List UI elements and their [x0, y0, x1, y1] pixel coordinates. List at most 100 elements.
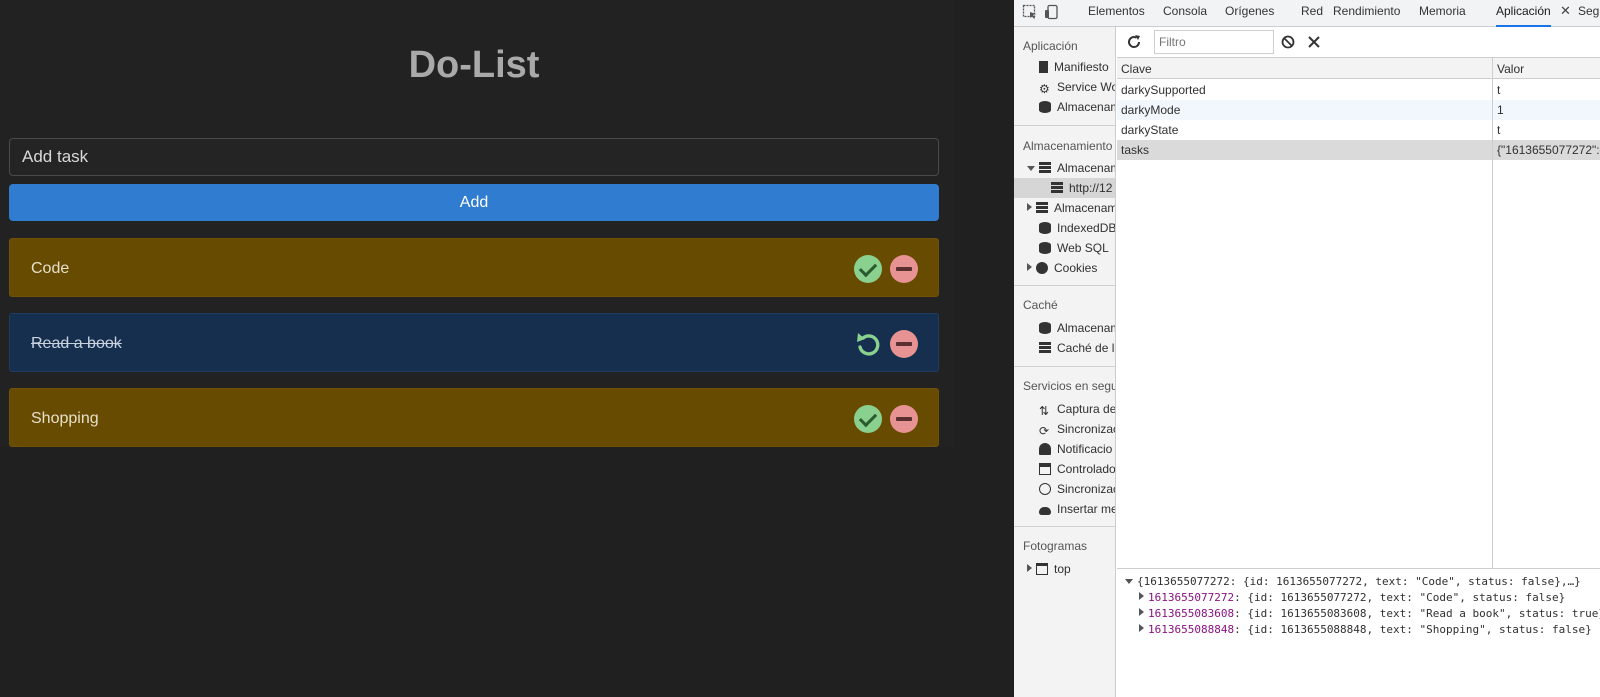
sidebar-item-label: Web SQL [1057, 241, 1109, 255]
devtools-tabbar: Elementos Consola Orígenes Red Rendimien… [1014, 0, 1600, 27]
database-icon [1039, 101, 1051, 113]
sidebar-item-label: Service Wo [1057, 80, 1116, 94]
task-label: Read a book [31, 335, 122, 352]
row-key: darkyState [1121, 123, 1179, 137]
sidebar-item-label: Manifiesto [1054, 60, 1109, 74]
sidebar-item-cookies[interactable]: Cookies [1027, 258, 1097, 278]
remove-icon[interactable] [890, 255, 918, 283]
table-row[interactable]: darkyState t [1117, 120, 1600, 140]
remove-icon[interactable] [890, 405, 918, 433]
task-label: Code [31, 260, 70, 277]
tab-red[interactable]: Red [1301, 0, 1323, 27]
sidebar-item-label: Controlado [1057, 462, 1116, 476]
sidebar-item-label: Sincronizac [1057, 422, 1116, 436]
sidebar-item-label: Almacenam [1057, 161, 1116, 175]
add-task-input[interactable]: Add task [9, 138, 939, 176]
expand-arrow-icon[interactable] [1027, 203, 1032, 211]
storage-toolbar: Filtro [1117, 27, 1600, 58]
sidebar-item-manifest[interactable]: Manifiesto [1039, 57, 1109, 77]
sidebar-item-payment-handler[interactable]: Controlado [1039, 459, 1116, 479]
sidebar-item-cache-storage[interactable]: Almacenam [1039, 318, 1116, 338]
entry-value: {id: 1613655083608, text: "Read a book",… [1247, 607, 1600, 620]
inspect-element-icon[interactable] [1022, 4, 1038, 20]
up-down-arrows-icon: ⇅ [1039, 404, 1050, 418]
tab-memoria[interactable]: Memoria [1419, 0, 1466, 27]
clear-all-icon[interactable] [1280, 34, 1296, 50]
sidebar-item-storage[interactable]: Almacenam [1039, 97, 1115, 117]
table-icon [1036, 202, 1048, 214]
sidebar-item-service-workers[interactable]: ⚙ Service Wo [1039, 77, 1116, 97]
database-icon [1039, 222, 1051, 234]
expand-arrow-icon[interactable] [1027, 166, 1035, 171]
row-value: t [1497, 83, 1501, 97]
device-toolbar-icon[interactable] [1044, 4, 1060, 20]
table-row-selected[interactable]: tasks {"1613655077272":{"ic [1117, 140, 1600, 160]
sidebar-item-app-cache[interactable]: Caché de la [1039, 338, 1115, 358]
tab-elementos[interactable]: Elementos [1088, 0, 1145, 27]
check-icon[interactable] [854, 255, 882, 283]
tab-origenes[interactable]: Orígenes [1225, 0, 1274, 27]
sidebar-item-push-messaging[interactable]: Insertar me [1039, 499, 1115, 519]
close-tab-icon[interactable]: ✕ [1560, 3, 1571, 19]
sidebar-item-top-frame[interactable]: top [1027, 559, 1071, 579]
preview-entry[interactable]: 1613655083608: {id: 1613655083608, text:… [1139, 606, 1600, 622]
cloud-icon [1039, 507, 1051, 515]
database-icon [1039, 322, 1051, 334]
tab-rendimiento[interactable]: Rendimiento [1333, 0, 1400, 27]
table-row[interactable]: darkySupported t [1117, 80, 1600, 100]
sync-icon: ⟳ [1039, 424, 1050, 438]
column-header-key[interactable]: Clave [1121, 62, 1152, 76]
sidebar-item-notifications[interactable]: Notificacio [1039, 439, 1112, 459]
refresh-icon[interactable] [1126, 34, 1142, 50]
sidebar-item-sync[interactable]: ⟳ Sincronizac [1039, 419, 1116, 439]
sidebar-item-local-storage[interactable]: Almacenam [1027, 158, 1116, 178]
sidebar-item-label: Captura de [1057, 402, 1116, 416]
database-icon [1039, 242, 1051, 254]
sidebar-item-websql[interactable]: Web SQL [1039, 238, 1109, 258]
expand-arrow-icon[interactable] [1027, 564, 1032, 572]
sidebar-item-indexeddb[interactable]: IndexedDB [1039, 218, 1116, 238]
column-divider[interactable] [1492, 58, 1493, 569]
sidebar-item-local-origin[interactable]: http://12 [1014, 178, 1115, 198]
tab-seguridad[interactable]: Segu [1578, 0, 1600, 27]
column-header-value[interactable]: Valor [1497, 62, 1524, 76]
remove-icon[interactable] [890, 330, 918, 358]
table-row[interactable]: darkyMode 1 [1117, 100, 1600, 120]
delete-selected-icon[interactable] [1306, 34, 1322, 50]
section-background-services: Servicios en segu [1023, 379, 1116, 393]
expand-arrow-icon[interactable] [1139, 608, 1144, 616]
row-key: darkySupported [1121, 83, 1206, 97]
add-button[interactable]: Add [9, 184, 939, 221]
entry-key: 1613655083608 [1148, 607, 1235, 620]
sidebar-item-label: IndexedDB [1057, 221, 1116, 235]
devtools-panel: Elementos Consola Orígenes Red Rendimien… [1014, 0, 1600, 697]
sidebar-item-label: Notificacio [1057, 442, 1113, 456]
task-label: Shopping [31, 410, 99, 427]
sidebar-item-label: Almacenam [1057, 321, 1116, 335]
preview-entry[interactable]: 1613655077272: {id: 1613655077272, text:… [1139, 590, 1565, 606]
sidebar-item-session-storage[interactable]: Almacenam [1027, 198, 1115, 218]
tab-consola[interactable]: Consola [1163, 0, 1207, 27]
expand-arrow-icon[interactable] [1139, 592, 1144, 600]
sidebar-item-periodic-sync[interactable]: Sincronizac [1039, 479, 1116, 499]
tab-aplicacion[interactable]: Aplicación [1496, 0, 1551, 27]
collapse-arrow-icon[interactable] [1125, 579, 1133, 584]
sidebar-item-fetch[interactable]: ⇅ Captura de [1039, 399, 1116, 419]
check-icon[interactable] [854, 405, 882, 433]
todo-app: Do-List Add task Add Code Read a book Sh… [0, 0, 1014, 697]
file-icon [1039, 61, 1048, 73]
entry-key: 1613655077272 [1148, 591, 1235, 604]
preview-entry[interactable]: 1613655088848: {id: 1613655088848, text:… [1139, 622, 1592, 638]
sidebar-item-label: Cookies [1054, 261, 1098, 275]
sidebar-item-label: http://12 [1069, 181, 1113, 195]
row-key: darkyMode [1121, 103, 1181, 117]
expand-arrow-icon[interactable] [1139, 624, 1144, 632]
undo-icon[interactable] [854, 330, 882, 358]
bell-icon [1039, 443, 1051, 455]
section-frames: Fotogramas [1023, 539, 1088, 553]
section-almacenamiento: Almacenamiento [1023, 139, 1113, 153]
expand-arrow-icon[interactable] [1027, 263, 1032, 271]
sidebar-item-label: Sincronizac [1057, 482, 1116, 496]
preview-summary[interactable]: {1613655077272: {id: 1613655077272, text… [1125, 574, 1581, 590]
filter-input[interactable]: Filtro [1154, 30, 1274, 54]
